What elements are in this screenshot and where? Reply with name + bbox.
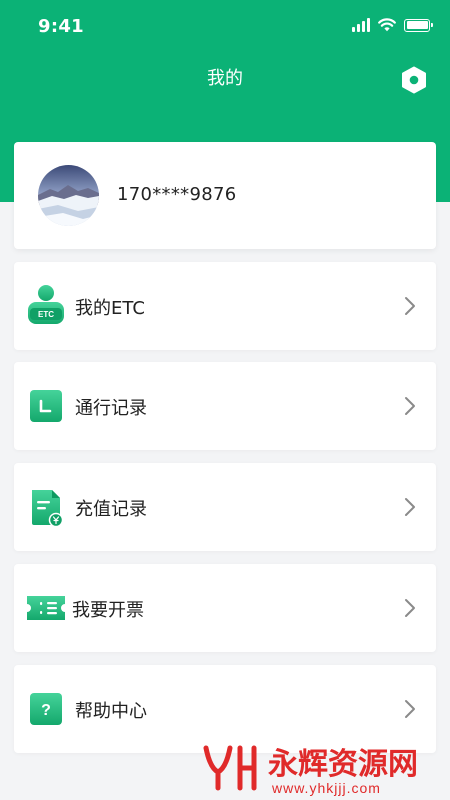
etc-user-icon: ETC xyxy=(28,285,64,324)
profile-card[interactable]: 170****9876 xyxy=(14,142,436,249)
status-bar: 9:41 xyxy=(0,0,450,52)
phone-number: 170****9876 xyxy=(117,184,237,205)
avatar-photo xyxy=(38,165,99,226)
status-time: 9:41 xyxy=(38,16,84,37)
chevron-right-icon xyxy=(405,498,415,516)
wifi-icon xyxy=(378,18,396,32)
chevron-right-icon xyxy=(405,397,415,415)
menu-item-pass-record[interactable]: 通行记录 xyxy=(14,362,436,450)
menu-label-invoice: 我要开票 xyxy=(72,600,144,621)
my-page-screen: 9:41 我的 170****9876 ETC 我的ETC 通行记录 充值记录 … xyxy=(0,0,450,800)
settings-button[interactable] xyxy=(400,66,428,94)
cellular-signal-icon xyxy=(352,18,370,32)
chevron-right-icon xyxy=(405,700,415,718)
battery-icon xyxy=(404,18,433,32)
help-icon: ? xyxy=(30,693,62,725)
chevron-right-icon xyxy=(405,599,415,617)
menu-item-recharge-record[interactable]: 充值记录 xyxy=(14,463,436,551)
ticket-icon xyxy=(27,596,65,620)
recharge-record-icon xyxy=(32,490,64,528)
menu-item-my-etc[interactable]: ETC 我的ETC xyxy=(14,262,436,350)
etc-badge-text: ETC xyxy=(38,310,54,319)
pass-record-icon xyxy=(30,390,62,422)
menu-item-invoice[interactable]: 我要开票 xyxy=(14,564,436,652)
page-title: 我的 xyxy=(207,68,243,89)
watermark-logo: 永辉资源网 www.yhkjjj.com xyxy=(203,745,418,796)
menu-label-help-center: 帮助中心 xyxy=(75,701,147,722)
watermark-text: 永辉资源网 xyxy=(268,747,418,782)
avatar[interactable] xyxy=(38,165,99,226)
help-glyph: ? xyxy=(41,702,51,719)
menu-label-pass-record: 通行记录 xyxy=(75,398,147,419)
status-icons xyxy=(352,18,433,32)
watermark-url: www.yhkjjj.com xyxy=(271,780,381,796)
chevron-right-icon xyxy=(405,297,415,315)
menu-label-recharge-record: 充值记录 xyxy=(75,499,147,520)
settings-hex-icon xyxy=(402,66,426,94)
menu-label-my-etc: 我的ETC xyxy=(75,298,145,319)
